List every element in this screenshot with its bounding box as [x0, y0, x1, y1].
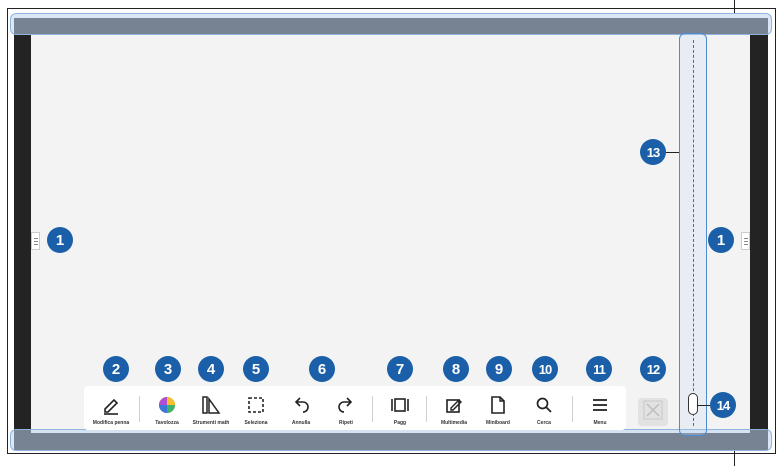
ruler-label: Strumenti math	[192, 420, 230, 426]
callout-10: 10	[532, 356, 558, 382]
palette-label: Tavolozza	[155, 420, 179, 426]
callout-7: 7	[387, 356, 413, 382]
callout-1-left: 1	[47, 227, 73, 253]
callout-11: 11	[586, 356, 612, 382]
close-button[interactable]	[638, 398, 668, 426]
callout-8: 8	[443, 356, 469, 382]
multimedia-icon	[443, 394, 465, 416]
callout-14-leader	[698, 405, 710, 406]
bottom-highlight-bar	[10, 429, 772, 451]
search-button[interactable]: Cerca	[524, 386, 564, 430]
redo-icon	[335, 394, 357, 416]
math-tools-button[interactable]: Strumenti math	[191, 386, 231, 430]
callout-12: 12	[640, 356, 666, 382]
callout-5: 5	[243, 356, 269, 382]
pen-label: Modifica penna	[92, 420, 130, 426]
multimedia-button[interactable]: Multimedia	[434, 386, 474, 430]
palette-button[interactable]: Tavolozza	[147, 386, 187, 430]
callout-14: 14	[710, 392, 736, 418]
undo-button[interactable]: Annulla	[281, 386, 321, 430]
callout-4: 4	[198, 356, 224, 382]
right-side-handle[interactable]	[741, 232, 750, 250]
menu-icon	[589, 394, 611, 416]
undo-icon	[290, 394, 312, 416]
color-wheel-icon	[156, 394, 178, 416]
search-label: Cerca	[537, 420, 551, 426]
guide-line-bottom	[734, 451, 735, 466]
callout-13: 13	[640, 139, 666, 165]
page-label: Pagg	[393, 420, 407, 426]
page-button[interactable]: Pagg	[380, 386, 420, 430]
callout-3: 3	[155, 356, 181, 382]
close-icon	[643, 400, 663, 425]
callout-9: 9	[486, 356, 512, 382]
selection-icon	[245, 394, 267, 416]
ruler-icon	[200, 394, 222, 416]
search-icon	[533, 394, 555, 416]
callout-1-right: 1	[708, 227, 734, 253]
menu-label: Menu	[593, 420, 607, 426]
multimedia-label: Multimedia	[440, 420, 468, 426]
separator	[139, 396, 140, 422]
separator	[426, 396, 427, 422]
separator	[572, 396, 573, 422]
page-icon	[389, 394, 411, 416]
guide-line-top	[734, 0, 735, 13]
pen-icon	[100, 394, 122, 416]
separator	[372, 396, 373, 422]
scroll-thumb[interactable]	[688, 393, 698, 415]
scroll-track	[693, 40, 694, 426]
miniboard-button[interactable]: Miniboard	[478, 386, 518, 430]
pen-settings-button[interactable]: Modifica penna	[91, 386, 131, 430]
left-side-handle[interactable]	[31, 232, 40, 250]
callout-2: 2	[103, 356, 129, 382]
top-highlight-bar	[10, 13, 772, 35]
select-label: Seleziona	[244, 420, 268, 426]
miniboard-icon	[487, 394, 509, 416]
miniboard-label: Miniboard	[486, 420, 510, 426]
callout-13-leader	[666, 152, 679, 153]
bottom-toolbar: Modifica penna Tavolozza Strumenti math …	[84, 386, 626, 430]
redo-label: Ripeti	[339, 420, 353, 426]
select-button[interactable]: Seleziona	[236, 386, 276, 430]
callout-6: 6	[309, 356, 335, 382]
menu-button[interactable]: Menu	[580, 386, 620, 430]
redo-button[interactable]: Ripeti	[326, 386, 366, 430]
undo-label: Annulla	[291, 420, 311, 426]
